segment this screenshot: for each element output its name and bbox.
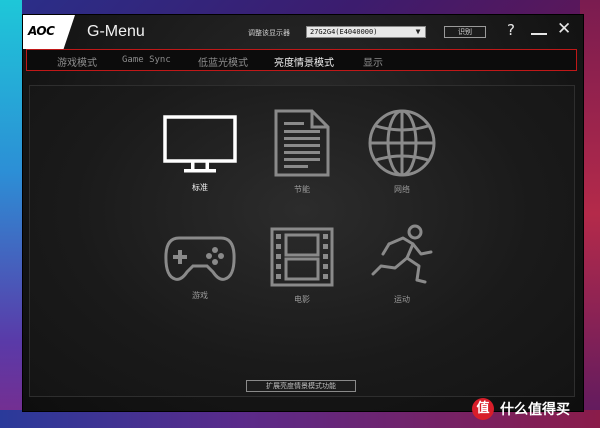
mode-movie[interactable]: 电影: [257, 226, 347, 305]
chevron-down-icon[interactable]: ▼: [413, 28, 423, 36]
tab-game-sync[interactable]: Game Sync: [122, 55, 171, 65]
desktop-wallpaper-left: [0, 0, 22, 428]
mode-standard[interactable]: 标准: [155, 114, 245, 193]
expand-scene-mode-button[interactable]: 扩展亮度情景模式功能: [246, 380, 356, 392]
mode-internet-label: 网络: [394, 185, 410, 194]
identify-button[interactable]: 识别: [444, 26, 486, 38]
mode-movie-label: 电影: [294, 295, 310, 304]
help-icon[interactable]: ?: [507, 21, 515, 39]
mode-eco[interactable]: 节能: [257, 108, 347, 195]
mode-standard-label: 标准: [192, 183, 208, 192]
site-watermark: 值 什么值得买: [472, 396, 570, 422]
mode-game-label: 游戏: [192, 291, 208, 300]
monitor-select-value: 27G2G4(E4040000): [310, 28, 378, 36]
tab-bar: 游戏模式 Game Sync 低蓝光模式 亮度情景模式 显示: [26, 49, 577, 71]
mode-eco-label: 节能: [294, 185, 310, 194]
app-title: G-Menu: [87, 23, 145, 40]
tab-display[interactable]: 显示: [363, 54, 383, 69]
title-bar[interactable]: AOC G-Menu 调整该显示器 27G2G4(E4040000) ▼ 识别 …: [23, 15, 583, 49]
tab-low-blue-light[interactable]: 低蓝光模式: [198, 54, 248, 69]
monitor-select-label: 调整该显示器: [248, 29, 290, 37]
mode-internet[interactable]: 网络: [357, 108, 447, 195]
running-person-icon: [371, 224, 433, 284]
globe-icon: [368, 109, 436, 177]
watermark-badge: 值: [472, 398, 494, 420]
aoc-logo-text: AOC: [28, 24, 55, 38]
monitor-select[interactable]: 27G2G4(E4040000) ▼: [306, 26, 426, 38]
film-icon: [270, 227, 334, 287]
tab-game-mode[interactable]: 游戏模式: [57, 54, 97, 69]
monitor-icon: [163, 115, 237, 173]
minimize-icon[interactable]: [531, 33, 547, 35]
aoc-logo: AOC: [23, 15, 75, 49]
mode-sports-label: 运动: [394, 295, 410, 304]
mode-sports[interactable]: 运动: [357, 224, 447, 305]
document-icon: [274, 109, 330, 177]
gamepad-icon: [164, 236, 236, 281]
tab-brightness-scene[interactable]: 亮度情景模式: [274, 54, 334, 69]
mode-game[interactable]: 游戏: [155, 232, 245, 301]
gmenu-window: AOC G-Menu 调整该显示器 27G2G4(E4040000) ▼ 识别 …: [22, 14, 584, 412]
close-icon[interactable]: ✕: [557, 21, 571, 38]
scene-mode-panel: 标准 节能 网络 游戏 电影 运动 扩展亮度情景模式功能: [29, 85, 575, 397]
watermark-text: 什么值得买: [500, 402, 570, 418]
